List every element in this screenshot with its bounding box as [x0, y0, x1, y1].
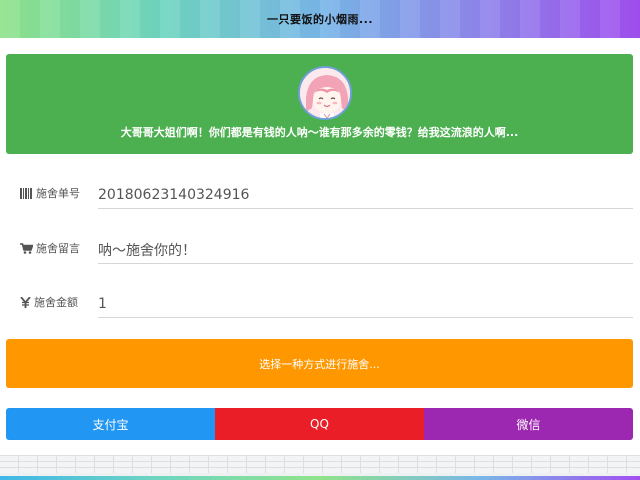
avatar: [298, 66, 352, 120]
page-title: 一只要饭的小烟雨...: [266, 13, 374, 26]
qq-pay-button[interactable]: QQ: [215, 408, 424, 440]
amount-label: 施舍金额: [20, 294, 90, 310]
alipay-button[interactable]: 支付宝: [6, 408, 215, 440]
payment-method-buttons: 支付宝 QQ 微信: [6, 408, 633, 440]
order-number-label: 施舍单号: [20, 185, 90, 201]
barcode-icon: [20, 187, 32, 199]
anime-avatar-icon: [300, 68, 350, 118]
order-number-field: 施舍单号: [20, 177, 633, 209]
header-bar: 一只要饭的小烟雨...: [0, 0, 640, 38]
note-field: 施舍留言: [20, 232, 633, 264]
note-label: 施舍留言: [20, 240, 90, 256]
cart-icon: [20, 242, 33, 254]
footer-color-strip: [0, 476, 640, 480]
wechat-pay-button[interactable]: 微信: [424, 408, 633, 440]
yen-icon: [20, 296, 31, 308]
amount-input[interactable]: [98, 286, 633, 318]
note-input[interactable]: [98, 232, 633, 264]
banner-message: 大哥哥大姐们啊！你们都是有钱的人呐～谁有那多余的零钱？给我这流浪的人啊...: [120, 126, 519, 139]
footer-decoration: [0, 455, 640, 480]
note-label-text: 施舍留言: [36, 242, 80, 255]
order-number-input[interactable]: [98, 177, 633, 209]
order-number-label-text: 施舍单号: [36, 187, 80, 200]
donation-banner: 大哥哥大姐们啊！你们都是有钱的人呐～谁有那多余的零钱？给我这流浪的人啊...: [6, 54, 633, 154]
footer-brick-pattern: [0, 455, 640, 473]
amount-field: 施舍金额: [20, 286, 633, 318]
payment-prompt: 选择一种方式进行施舍...: [6, 339, 633, 388]
amount-label-text: 施舍金额: [34, 296, 78, 309]
